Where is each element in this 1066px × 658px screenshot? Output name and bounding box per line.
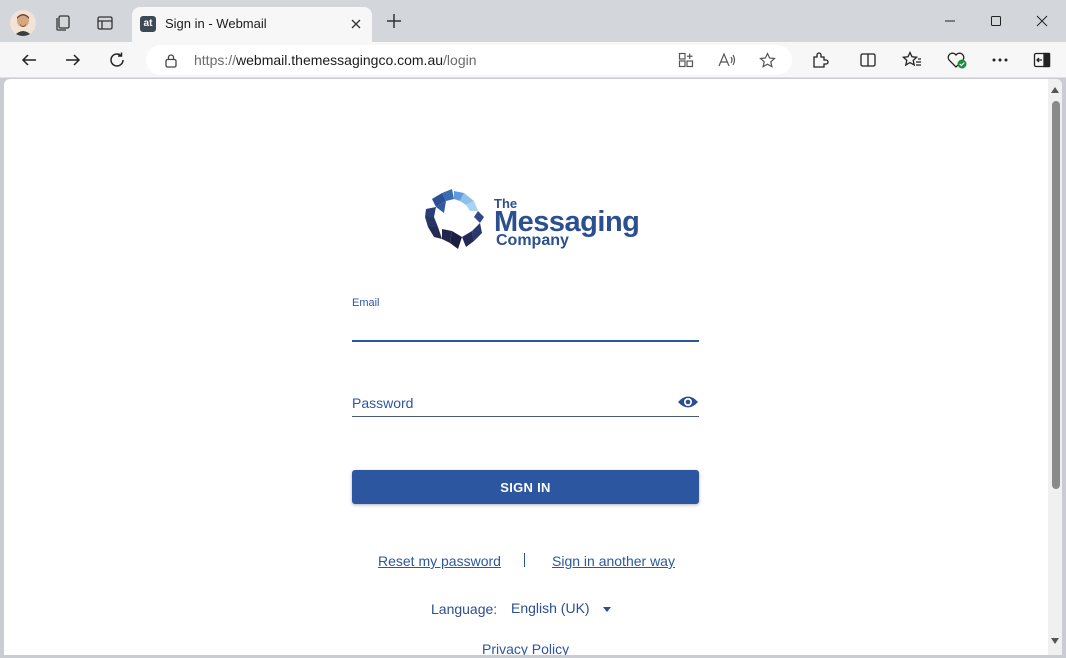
new-tab-button[interactable] xyxy=(382,9,406,33)
title-bar: at Sign in - Webmail xyxy=(0,0,1066,42)
close-window-button[interactable] xyxy=(1020,6,1064,36)
privacy-policy-link[interactable]: Privacy Policy xyxy=(482,641,569,655)
email-field[interactable] xyxy=(352,312,699,342)
scroll-up-icon[interactable] xyxy=(1051,86,1059,94)
browser-essentials-icon[interactable] xyxy=(944,47,970,73)
back-button[interactable] xyxy=(15,46,43,74)
app-available-icon[interactable] xyxy=(676,50,696,70)
browser-toolbar: https://webmail.themessagingco.com.au/lo… xyxy=(0,42,1066,78)
site-favicon-icon: at xyxy=(140,16,156,32)
address-bar[interactable]: https://webmail.themessagingco.com.au/lo… xyxy=(146,45,792,75)
language-select[interactable]: English (UK) xyxy=(511,600,590,616)
maximize-button[interactable] xyxy=(974,6,1018,36)
language-label: Language: xyxy=(431,601,498,617)
lock-icon[interactable] xyxy=(164,53,178,73)
sign-in-button[interactable]: SIGN IN xyxy=(352,470,699,504)
scrollbar-thumb[interactable] xyxy=(1052,101,1060,489)
chevron-down-icon[interactable] xyxy=(603,607,611,612)
logo-text-company: Company xyxy=(496,232,569,249)
scroll-down-icon[interactable] xyxy=(1051,637,1059,645)
tab-webmail[interactable]: at Sign in - Webmail xyxy=(132,7,372,42)
url-text[interactable]: https://webmail.themessagingco.com.au/lo… xyxy=(194,52,477,68)
read-aloud-icon[interactable] xyxy=(717,50,737,70)
split-screen-icon[interactable] xyxy=(855,47,881,73)
show-password-icon[interactable] xyxy=(677,393,699,411)
favorite-star-icon[interactable] xyxy=(757,50,777,70)
reset-password-link[interactable]: Reset my password xyxy=(378,553,501,569)
tab-actions-icon[interactable] xyxy=(90,8,120,38)
close-icon[interactable] xyxy=(348,16,364,32)
scrollbar[interactable] xyxy=(1048,79,1062,655)
favorites-icon[interactable] xyxy=(899,47,925,73)
tab-title: Sign in - Webmail xyxy=(165,16,267,31)
more-options-icon[interactable] xyxy=(987,47,1013,73)
sidebar-toggle-icon[interactable] xyxy=(1029,47,1055,73)
sign-in-another-way-link[interactable]: Sign in another way xyxy=(552,553,675,569)
page-viewport: The Messaging Company Email SIGN IN Rese… xyxy=(4,79,1062,655)
password-field[interactable] xyxy=(352,389,699,417)
email-label: Email xyxy=(352,297,380,309)
refresh-button[interactable] xyxy=(103,46,131,74)
extensions-icon[interactable] xyxy=(807,47,833,73)
link-divider xyxy=(524,553,525,567)
profile-avatar[interactable] xyxy=(10,10,36,36)
workspaces-icon[interactable] xyxy=(48,8,78,38)
logo-mark-icon xyxy=(425,189,484,249)
company-logo: The Messaging Company xyxy=(422,187,640,257)
minimize-button[interactable] xyxy=(928,6,972,36)
forward-button[interactable] xyxy=(59,46,87,74)
